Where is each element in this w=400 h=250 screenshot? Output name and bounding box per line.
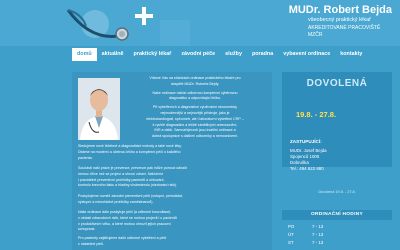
main-content: Vítáme Vás na stránkách ordinace praktic… [72, 72, 272, 250]
text-line: kontrolu krevního tlaku a hladiny choles… [78, 183, 178, 188]
text-line: výstupní a mimořádné prohlídky zaměstnan… [78, 199, 154, 204]
hours-row: ÚT 7 - 13 [288, 232, 323, 237]
nav-item-prakticky-lekar[interactable]: praktický lékař [129, 48, 177, 61]
stethoscope-logo [60, 0, 190, 46]
hours-day: ST [288, 240, 294, 245]
dovolena-title: DOVOLENÁ [306, 78, 368, 89]
text-line: Naše ordinace dále poskytuje péči (a odb… [78, 210, 171, 214]
zastupujici-label: ZASTUPUJÍCÍ: [290, 139, 322, 144]
nav-item-kontakty[interactable]: kontakty [335, 48, 367, 61]
text-line: Pro pacienty zajišťujeme další odborné v… [78, 236, 167, 240]
paragraph: Naše ordinace dále poskytuje péči (a odb… [78, 210, 177, 233]
nav-item-vybaveni-ordinace[interactable]: vybavení ordinace [278, 48, 335, 61]
hours-title: ORDINAČNÍ HODINY [282, 210, 392, 220]
text-line: Poskytujeme rovněž závodní preventivní p… [78, 194, 184, 198]
site-subtitle: všeobecný praktický lékař [308, 17, 371, 23]
nav-item-sluzby[interactable]: služby [220, 48, 247, 61]
dovolena-date: 19.8. - 27.8. [296, 110, 337, 119]
text-line: Dbáme na moderní a účelnou léčbu a kompl… [78, 149, 181, 154]
dovolena-box: DOVOLENÁ 19.8. - 27.8. ZASTUPUJÍCÍ: MUDr… [282, 72, 392, 171]
hours-row: PO 7 - 13 [288, 224, 323, 229]
header: MUDr. Robert Bejda všeobecný praktický l… [0, 0, 400, 46]
site-title: MUDr. Robert Bejda [288, 4, 392, 16]
page: MUDr. Robert Bejda všeobecný praktický l… [0, 0, 400, 250]
intro-text: Vítáme Vás na stránkách ordinace praktic… [124, 76, 266, 140]
hours-time: 7 - 13 [312, 232, 324, 237]
right-sidebar: DOVOLENÁ 19.8. - 27.8. ZASTUPUJÍCÍ: MUDr… [282, 72, 400, 250]
text-line: v oblasti zdravotních rizik, které se mo… [78, 215, 177, 220]
nav-item-domu[interactable]: domů [72, 48, 97, 61]
site-accreditation: AKREDITOVANÉ PRACOVIŠTĚ MZČR [308, 25, 381, 38]
nav-item-zavodni-pece[interactable]: závodní péče [176, 48, 220, 61]
text-line: Sledujeme nové léčebné a diagnostické me… [78, 144, 182, 148]
text-line: schopnost. [78, 227, 96, 232]
text-line: Součástí naší práce je prevence, prevenc… [78, 166, 187, 170]
paragraph: Součástí naší práce je prevence, prevenc… [78, 166, 187, 189]
hours-time: 7 - 13 [312, 224, 324, 229]
hours-row: ST 7 - 13 [288, 240, 323, 245]
nav-item-aktualne[interactable]: aktuálně [97, 48, 129, 61]
zastupujici-contact: MUDr. Josef Bejda Spojenců 1005 Dobruška… [290, 148, 327, 172]
paragraph: Pro pacienty zajišťujeme další odborné v… [78, 236, 166, 248]
dovolena-footer-link[interactable]: Dovolená 19.8. - 27.8. [282, 190, 392, 194]
text-line: v následné péči. [78, 241, 104, 246]
nav-item-poradna[interactable]: poradna [247, 48, 278, 61]
main-nav: domů aktuálně praktický lékař závodní pé… [72, 48, 367, 61]
doctor-photo [78, 78, 120, 140]
paragraph: Poskytujeme rovněž závodní preventivní p… [78, 194, 183, 206]
paragraph: Sledujeme nové léčebné a diagnostické me… [78, 144, 182, 161]
contact-line: Tel.: 494 622 880 [290, 166, 324, 171]
hours-day: ÚT [288, 232, 294, 237]
hours-day: PO [288, 224, 295, 229]
hours-time: 7 - 13 [312, 240, 324, 245]
text-line: dobrá spolupráce s dalšími odborníky a n… [152, 134, 238, 139]
text-line: pacienta. [78, 155, 93, 160]
